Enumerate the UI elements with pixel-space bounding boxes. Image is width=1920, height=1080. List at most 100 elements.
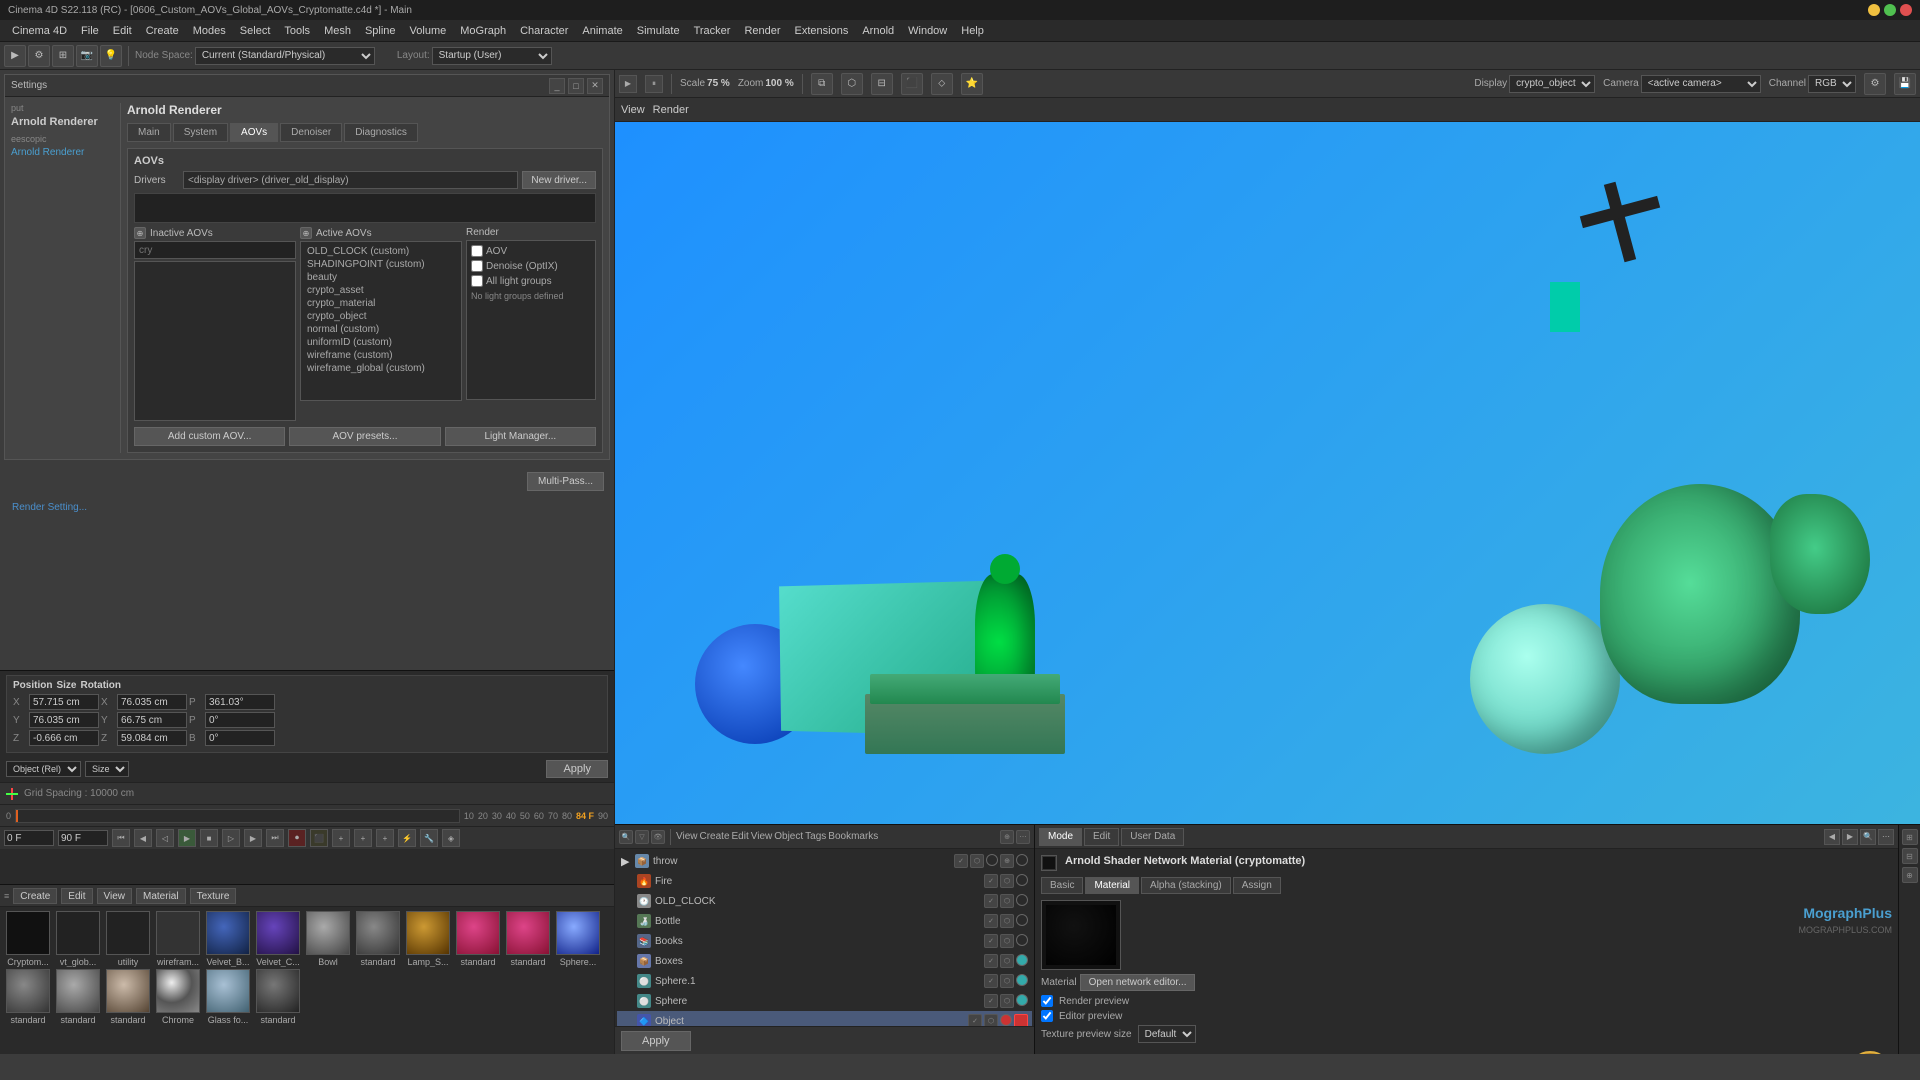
- menu-animate[interactable]: Animate: [576, 23, 628, 39]
- aov-item-3[interactable]: crypto_asset: [304, 284, 458, 297]
- active-aovs-list[interactable]: OLD_CLOCK (custom) SHADINGPOINT (custom)…: [300, 241, 462, 401]
- tool3[interactable]: ◈: [442, 829, 460, 847]
- menu-mograph[interactable]: MoGraph: [454, 23, 512, 39]
- size-x-input[interactable]: [117, 694, 187, 710]
- ctrl1[interactable]: ✓: [954, 854, 968, 868]
- render-preview-check[interactable]: [1041, 995, 1053, 1007]
- mat-item-0[interactable]: Cryptom...: [4, 911, 52, 967]
- search-props-icon[interactable]: 🔍: [1860, 829, 1876, 845]
- ob-ctrl2[interactable]: ⬡: [984, 1014, 998, 1026]
- scene-item-oldclock[interactable]: 🕐 OLD_CLOCK ✓ ⬡: [617, 891, 1032, 911]
- attrs-icon3[interactable]: ⊕: [1902, 867, 1918, 883]
- s1-ctrl2[interactable]: ⬡: [1000, 974, 1014, 988]
- prev-frame-btn[interactable]: ◀: [134, 829, 152, 847]
- pause-vp-btn[interactable]: ⏸: [645, 75, 663, 93]
- open-network-btn[interactable]: Open network editor...: [1080, 974, 1196, 991]
- camera-icon[interactable]: 📷: [76, 45, 98, 67]
- lightgroups-checkbox[interactable]: [471, 275, 483, 287]
- aov-item-1[interactable]: SHADINGPOINT (custom): [304, 258, 458, 271]
- b-ctrl1[interactable]: ✓: [984, 914, 998, 928]
- play-btn[interactable]: ▶: [178, 829, 196, 847]
- close-btn[interactable]: [1900, 4, 1912, 16]
- apply-btn[interactable]: Apply: [621, 1031, 691, 1051]
- node-space-select[interactable]: Current (Standard/Physical): [195, 47, 375, 65]
- mat-item-1[interactable]: vt_glob...: [54, 911, 102, 967]
- menu-spline[interactable]: Spline: [359, 23, 402, 39]
- menu-tracker[interactable]: Tracker: [688, 23, 737, 39]
- rot-p2-input[interactable]: [205, 712, 275, 728]
- scene-filter-icon[interactable]: ▽: [635, 830, 649, 844]
- settings-minimize[interactable]: _: [549, 78, 565, 94]
- subtab-alpha[interactable]: Alpha (stacking): [1141, 877, 1231, 894]
- skip-end-btn[interactable]: ⏭: [266, 829, 284, 847]
- mat-item-12[interactable]: standard: [4, 969, 52, 1025]
- stop-btn[interactable]: ■: [200, 829, 218, 847]
- end-frame-input[interactable]: [58, 830, 108, 846]
- settings-close[interactable]: ✕: [587, 78, 603, 94]
- mat-item-15[interactable]: Chrome: [154, 969, 202, 1025]
- pos-z-input[interactable]: [29, 730, 99, 746]
- mat-texture-btn[interactable]: Texture: [190, 888, 237, 904]
- menu-cinema4d[interactable]: Cinema 4D: [6, 23, 73, 39]
- scene-item-sphere1[interactable]: ⚪ Sphere.1 ✓ ⬡: [617, 971, 1032, 991]
- f-ctrl2[interactable]: ⬡: [1000, 874, 1014, 888]
- mat-item-8[interactable]: Lamp_S...: [404, 911, 452, 967]
- mat-item-5[interactable]: Velvet_C...: [254, 911, 302, 967]
- mat-material-btn[interactable]: Material: [136, 888, 186, 904]
- aov-item-0[interactable]: OLD_CLOCK (custom): [304, 245, 458, 258]
- coord-mode-select[interactable]: Object (Rel): [6, 761, 81, 777]
- prev-btn[interactable]: ◁: [156, 829, 174, 847]
- bk-ctrl1[interactable]: ✓: [984, 934, 998, 948]
- refresh-icon[interactable]: ⊕: [300, 227, 312, 239]
- light-icon[interactable]: 💡: [100, 45, 122, 67]
- subtab-assign[interactable]: Assign: [1233, 877, 1281, 894]
- mat-item-14[interactable]: standard: [104, 969, 152, 1025]
- scene-tags-btn[interactable]: Tags: [805, 831, 826, 842]
- menu-window[interactable]: Window: [902, 23, 953, 39]
- viewport[interactable]: 00:00:08 Samples: [5/4/4/4/2] Res: 960x5…: [615, 122, 1920, 824]
- vp-icon3[interactable]: ⊟: [871, 73, 893, 95]
- mat-edit-btn[interactable]: Edit: [61, 888, 92, 904]
- bk-ctrl2[interactable]: ⬡: [1000, 934, 1014, 948]
- scene-view-btn[interactable]: View: [676, 831, 698, 842]
- scene-item-fire[interactable]: 🔥 Fire ✓ ⬡: [617, 871, 1032, 891]
- nav-back[interactable]: ◀: [1824, 829, 1840, 845]
- old-renderer-link[interactable]: Arnold Renderer: [11, 147, 114, 158]
- attrs-icon2[interactable]: ⊟: [1902, 848, 1918, 864]
- maximize-btn[interactable]: [1884, 4, 1896, 16]
- tool1[interactable]: ⚡: [398, 829, 416, 847]
- menu-help[interactable]: Help: [955, 23, 990, 39]
- vp-icon6[interactable]: ⭐: [961, 73, 983, 95]
- scene-item-bottle[interactable]: 🍶 Bottle ✓ ⬡: [617, 911, 1032, 931]
- camera-select[interactable]: <active camera>: [1641, 75, 1761, 93]
- denoise-checkbox[interactable]: [471, 260, 483, 272]
- vp-settings-icon[interactable]: ⚙: [1864, 73, 1886, 95]
- vp-icon1[interactable]: ⧉: [811, 73, 833, 95]
- menu-create[interactable]: Create: [140, 23, 185, 39]
- menu-modes[interactable]: Modes: [187, 23, 232, 39]
- scene-item-throw[interactable]: ▶ 📦 throw ✓ ⬡ ⊕: [617, 851, 1032, 871]
- size-z-input[interactable]: [117, 730, 187, 746]
- rot-b-input[interactable]: [205, 730, 275, 746]
- mat-item-7[interactable]: standard: [354, 911, 402, 967]
- menu-render[interactable]: Render: [738, 23, 786, 39]
- tab-view[interactable]: View: [621, 104, 645, 116]
- menu-mesh[interactable]: Mesh: [318, 23, 357, 39]
- render-setting-link[interactable]: Render Setting...: [6, 500, 93, 515]
- props-more-icon[interactable]: ⋯: [1878, 829, 1894, 845]
- menu-file[interactable]: File: [75, 23, 105, 39]
- new-driver-btn[interactable]: New driver...: [522, 171, 596, 189]
- play-vp-btn[interactable]: ▶: [619, 75, 637, 93]
- menu-tools[interactable]: Tools: [278, 23, 316, 39]
- display-select[interactable]: crypto_object: [1509, 75, 1595, 93]
- mat-item-17[interactable]: standard: [254, 969, 302, 1025]
- mat-item-6[interactable]: Bowl: [304, 911, 352, 967]
- attrs-icon1[interactable]: ⊞: [1902, 829, 1918, 845]
- vp-save-icon[interactable]: 💾: [1894, 73, 1916, 95]
- grid-icon[interactable]: ⊞: [52, 45, 74, 67]
- bx-ctrl2[interactable]: ⬡: [1000, 954, 1014, 968]
- f-ctrl1[interactable]: ✓: [984, 874, 998, 888]
- aov-presets-btn[interactable]: AOV presets...: [289, 427, 440, 446]
- aov-item-8[interactable]: wireframe (custom): [304, 349, 458, 362]
- add-custom-aov-btn[interactable]: Add custom AOV...: [134, 427, 285, 446]
